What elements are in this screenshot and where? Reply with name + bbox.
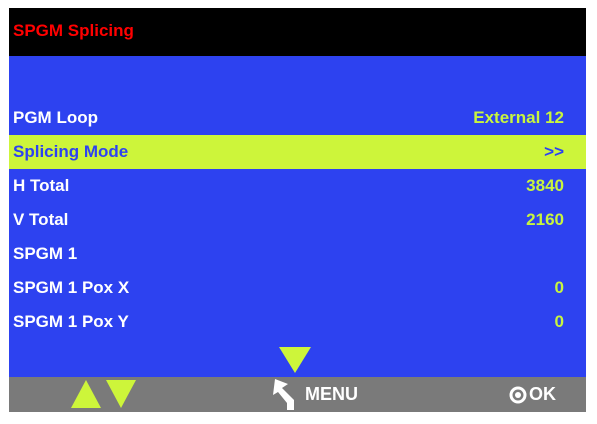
ok-button-label[interactable]: OK (529, 384, 556, 405)
menu-item-spgm-1-pox-x[interactable]: SPGM 1 Pox X 0 (9, 271, 586, 305)
menu-item-v-total[interactable]: V Total 2160 (9, 203, 586, 237)
menu-item-label: V Total (13, 210, 69, 229)
circle-dot-icon[interactable] (509, 386, 527, 404)
menu-item-pgm-loop[interactable]: PGM Loop External 12 (9, 101, 586, 135)
menu-item-value: External 12 (473, 108, 564, 127)
title-bar: SPGM Splicing (9, 8, 586, 56)
menu-item-spgm-1[interactable]: SPGM 1 (9, 237, 586, 271)
page-title: SPGM Splicing (13, 21, 134, 40)
scroll-down-icon[interactable] (279, 347, 311, 373)
triangle-up-icon[interactable] (71, 380, 101, 408)
menu-button-label[interactable]: MENU (305, 384, 358, 405)
menu-item-label: Splicing Mode (13, 142, 129, 161)
menu-item-label: SPGM 1 (13, 244, 78, 263)
menu-item-splicing-mode[interactable]: Splicing Mode >> (9, 135, 586, 169)
menu-item-value: 3840 (526, 176, 564, 195)
menu-item-h-total[interactable]: H Total 3840 (9, 169, 586, 203)
submenu-arrow: >> (544, 142, 564, 161)
menu-item-label: SPGM 1 Pox Y (13, 312, 129, 331)
triangle-down-icon[interactable] (106, 380, 136, 408)
menu-item-value: 2160 (526, 210, 564, 229)
back-arrow-icon[interactable] (271, 378, 299, 410)
menu-item-value: 0 (554, 278, 564, 297)
menu-item-label: SPGM 1 Pox X (13, 278, 130, 297)
menu-item-spgm-1-pox-y[interactable]: SPGM 1 Pox Y 0 (9, 305, 586, 339)
menu-list: PGM Loop External 12 Splicing Mode >> H … (9, 56, 586, 377)
device-screen: SPGM Splicing PGM Loop External 12 Splic… (9, 8, 586, 412)
menu-item-label: PGM Loop (13, 108, 98, 127)
menu-item-value: 0 (554, 312, 564, 331)
footer-bar: MENU OK (9, 377, 586, 412)
menu-item-label: H Total (13, 176, 70, 195)
